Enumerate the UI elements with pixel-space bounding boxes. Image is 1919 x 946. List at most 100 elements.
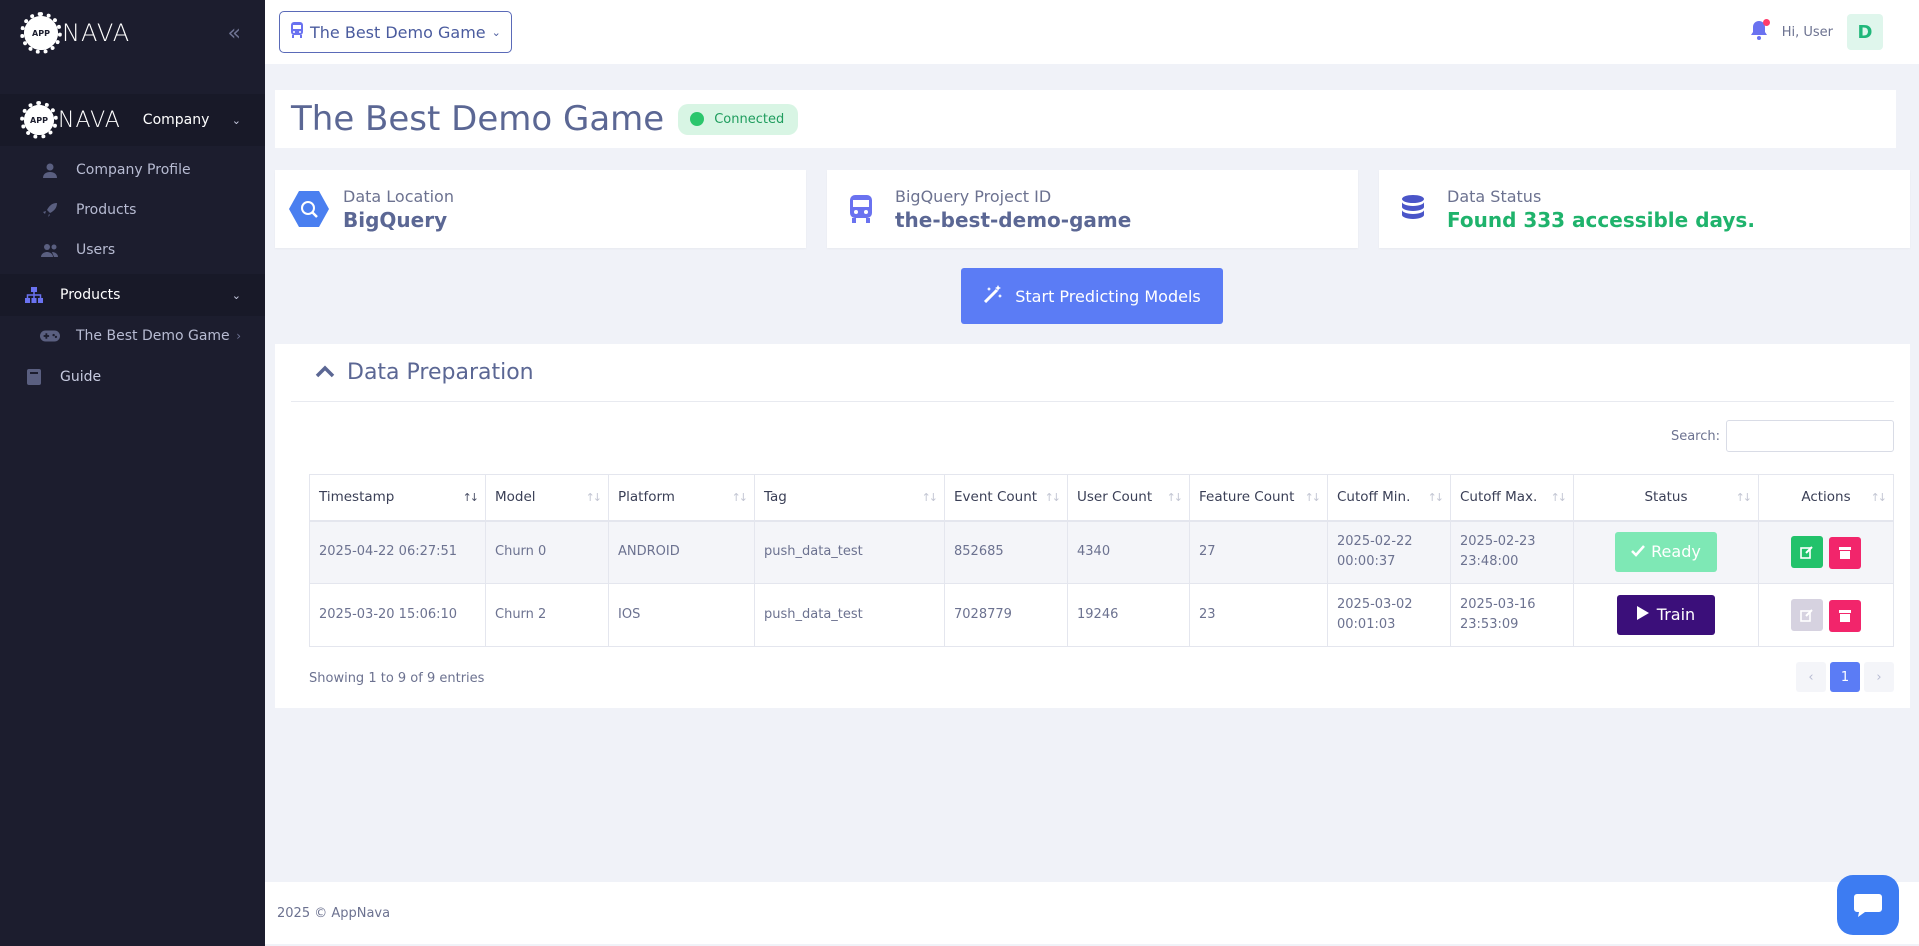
column-header-event-count[interactable]: Event Count ↑↓: [944, 474, 1068, 522]
game-select-dropdown[interactable]: The Best Demo Game ⌄: [279, 11, 512, 53]
page-title-card: The Best Demo Game Connected: [275, 90, 1896, 148]
sidebar-company-switcher[interactable]: APP NAVA Company ⌄: [0, 94, 265, 146]
sort-icon: ↑↓: [1304, 491, 1322, 504]
sidebar-item-label: Company Profile: [76, 162, 191, 178]
pagination-prev[interactable]: ‹: [1796, 662, 1826, 692]
cell-actions: [1758, 583, 1894, 647]
user-icon: [40, 162, 60, 178]
edit-button[interactable]: [1790, 535, 1823, 568]
app-logo[interactable]: APP NAVA: [20, 12, 131, 54]
start-predicting-models-button[interactable]: Start Predicting Models: [961, 268, 1223, 324]
column-header-feature-count[interactable]: Feature Count ↑↓: [1189, 474, 1328, 522]
pagination: ‹ 1 ›: [1796, 662, 1894, 692]
footer-copyright: 2025 © AppNava: [277, 905, 391, 921]
column-header-cutoff-min[interactable]: Cutoff Min. ↑↓: [1327, 474, 1451, 522]
column-header-model[interactable]: Model ↑↓: [485, 474, 609, 522]
pagination-page-1[interactable]: 1: [1830, 662, 1860, 692]
cell-platform: IOS: [608, 583, 755, 647]
train-button[interactable]: Train: [1616, 595, 1716, 635]
sidebar-item-label: Guide: [60, 369, 102, 385]
column-header-status[interactable]: Status ↑↓: [1573, 474, 1759, 522]
column-header-timestamp[interactable]: Timestamp ↑↓: [309, 474, 486, 522]
sidebar-item-products-group[interactable]: Products ⌄: [0, 274, 265, 316]
sort-icon: ↑↓: [1427, 491, 1445, 504]
delete-button[interactable]: [1829, 536, 1862, 569]
sidebar-item-label: Users: [76, 242, 116, 258]
info-label: Data Location: [343, 186, 454, 206]
rocket-icon: [40, 202, 60, 218]
table-search: Search:: [1671, 420, 1894, 452]
info-label: BigQuery Project ID: [895, 186, 1052, 206]
table-header-row: Timestamp ↑↓ Model ↑↓ Platform ↑↓ Tag ↑↓ Eve…: [309, 474, 1894, 522]
cell-cutoff-max: 2025-02-23 23:48:00: [1450, 520, 1574, 584]
ready-button[interactable]: Ready: [1615, 532, 1717, 573]
data-preparation-header[interactable]: Data Preparation: [291, 344, 1894, 402]
table-info: Showing 1 to 9 of 9 entries: [309, 671, 485, 686]
chat-widget-button[interactable]: [1837, 875, 1899, 935]
gear-logo-icon: APP: [20, 12, 62, 54]
check-icon: [1631, 542, 1646, 562]
footer: 2025 © AppNava: [265, 882, 1919, 944]
chevron-right-icon: ›: [236, 329, 241, 343]
sidebar-item-company-profile[interactable]: Company Profile: [0, 150, 265, 190]
sort-icon: ↑↓: [1550, 491, 1568, 504]
data-status-card: Data Status Found 333 accessible days.: [1379, 170, 1910, 248]
user-greeting: Hi, User: [1781, 24, 1833, 40]
collapse-sidebar-icon[interactable]: «: [228, 21, 241, 46]
cell-event-count: 852685: [944, 520, 1068, 584]
section-title: Data Preparation: [347, 360, 534, 385]
data-preparation-card: Data Preparation Search: Timestamp ↑↓ Mod…: [275, 344, 1910, 708]
cell-status: Train: [1573, 583, 1759, 647]
column-header-user-count[interactable]: User Count ↑↓: [1067, 474, 1190, 522]
cell-cutoff-min: 2025-02-22 00:00:37: [1327, 520, 1451, 584]
sidebar-item-label: The Best Demo Game: [76, 328, 230, 344]
sitemap-icon: [24, 287, 44, 303]
column-header-actions[interactable]: Actions ↑↓: [1758, 474, 1894, 522]
chevron-up-icon[interactable]: [315, 362, 335, 383]
company-label: Company: [142, 112, 210, 128]
cell-feature-count: 27: [1189, 520, 1328, 584]
user-area: Hi, User D: [1750, 14, 1883, 50]
sort-desc-icon: ↑↓: [462, 491, 480, 504]
chevron-down-icon: ⌄: [231, 288, 241, 302]
sort-icon: ↑↓: [1870, 491, 1888, 504]
edit-icon: [1800, 608, 1813, 622]
cell-tag: push_data_test: [754, 520, 945, 584]
cell-actions: [1758, 520, 1894, 584]
sidebar-item-users[interactable]: Users: [0, 230, 265, 270]
sort-icon: ↑↓: [1166, 491, 1184, 504]
sidebar-item-label: Products: [60, 287, 121, 303]
avatar[interactable]: D: [1847, 14, 1883, 50]
edit-button-disabled[interactable]: [1790, 598, 1823, 631]
cell-feature-count: 23: [1189, 583, 1328, 647]
sidebar-item-guide[interactable]: Guide: [0, 356, 265, 398]
notification-bell-icon[interactable]: [1750, 18, 1770, 45]
page-title: The Best Demo Game: [291, 99, 665, 139]
notification-dot: [1762, 18, 1770, 26]
status-badge-label: Connected: [714, 111, 785, 127]
search-input[interactable]: [1726, 420, 1894, 452]
column-header-tag[interactable]: Tag ↑↓: [754, 474, 945, 522]
users-icon: [40, 242, 60, 258]
cell-tag: push_data_test: [754, 583, 945, 647]
sort-icon: ↑↓: [731, 491, 749, 504]
chevron-down-icon: ⌄: [231, 113, 241, 127]
book-icon: [24, 369, 44, 385]
column-header-cutoff-max[interactable]: Cutoff Max. ↑↓: [1450, 474, 1574, 522]
sidebar-header: APP NAVA «: [0, 0, 265, 66]
pagination-next[interactable]: ›: [1864, 662, 1894, 692]
cell-user-count: 4340: [1067, 520, 1190, 584]
archive-icon: [1839, 546, 1852, 559]
cell-platform: ANDROID: [608, 520, 755, 584]
bus-icon: [841, 195, 881, 223]
sidebar-item-the-best-demo-game[interactable]: The Best Demo Game ›: [0, 316, 265, 356]
bus-icon: [290, 22, 304, 42]
logo-text: NAVA: [62, 19, 131, 47]
info-value: the-best-demo-game: [895, 207, 1132, 232]
sidebar-item-products[interactable]: Products: [0, 190, 265, 230]
cell-model: Churn 2: [485, 583, 609, 647]
column-header-platform[interactable]: Platform ↑↓: [608, 474, 755, 522]
delete-button[interactable]: [1829, 599, 1862, 632]
top-bar: The Best Demo Game ⌄ Hi, User D: [265, 0, 1919, 64]
archive-icon: [1839, 609, 1852, 622]
